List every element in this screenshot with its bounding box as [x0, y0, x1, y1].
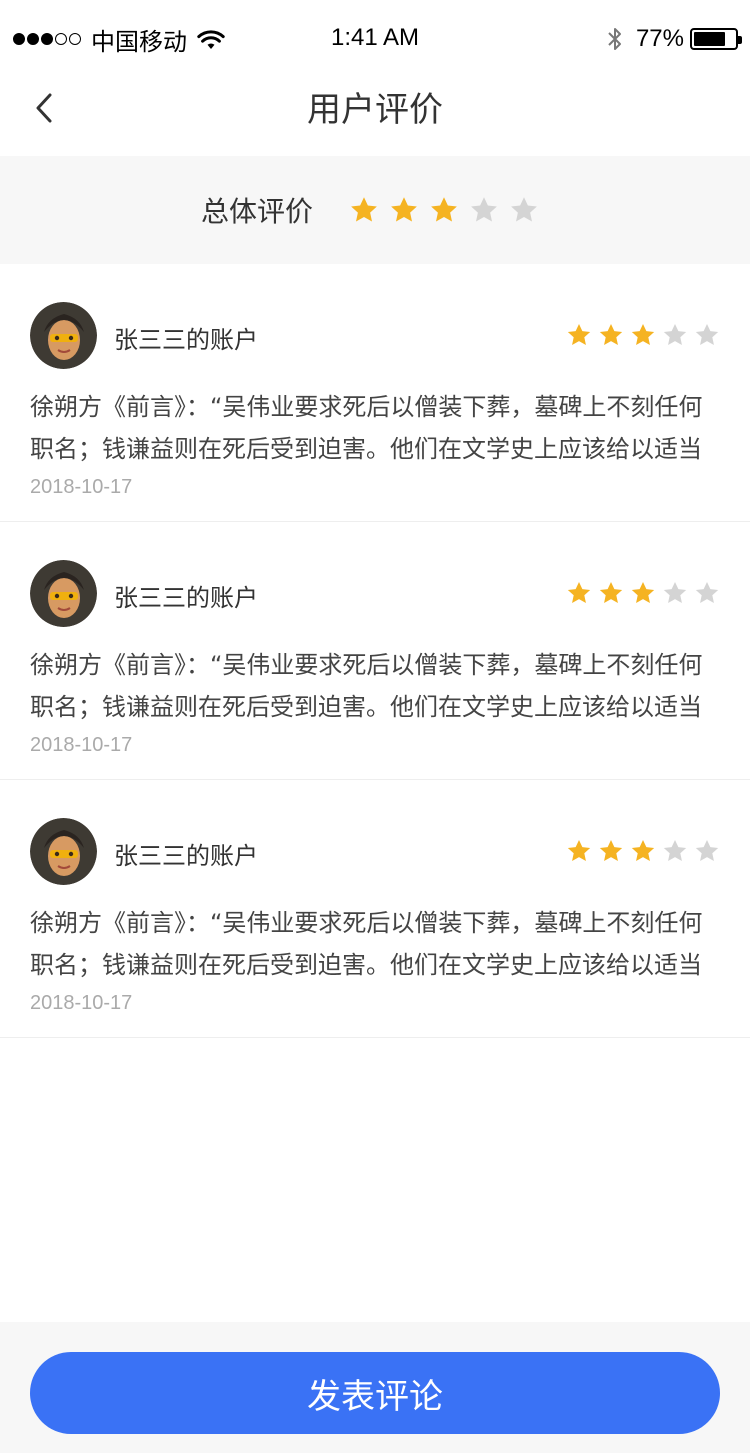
status-right: 77%: [606, 22, 742, 56]
status-bar: 中国移动 1:41 AM 77%: [0, 0, 750, 78]
avatar: [30, 560, 97, 627]
review-username: 张三三的账户: [114, 842, 258, 870]
bluetooth-icon: [608, 28, 621, 50]
overall-star-rating[interactable]: [349, 195, 549, 225]
review-star-rating: [560, 322, 720, 348]
star-filled-icon: [631, 581, 655, 603]
review-username: 张三三的账户: [114, 326, 258, 354]
overall-rating-label: 总体评价: [200, 195, 313, 228]
review-item: 张三三的账户 徐朔方《前言》：“吴伟业要求死后以僧装下葬，墓碑上不刻任何职名；钱…: [0, 780, 750, 1038]
review-item: 张三三的账户 徐朔方《前言》：“吴伟业要求死后以僧装下葬，墓碑上不刻任何职名；钱…: [0, 522, 750, 780]
star-filled-icon: [567, 839, 591, 861]
star-filled-icon: [599, 323, 623, 345]
review-text: 徐朔方《前言》：“吴伟业要求死后以僧装下葬，墓碑上不刻任何职名；钱谦益则在死后受…: [30, 909, 703, 979]
star-empty-icon: [695, 323, 719, 345]
review-date: 2018-10-17: [30, 476, 133, 498]
review-star-rating: [560, 580, 720, 606]
star-filled-icon: [431, 197, 457, 222]
review-list: 张三三的账户 徐朔方《前言》：“吴伟业要求死后以僧装下葬，墓碑上不刻任何职名；钱…: [0, 264, 750, 1038]
star-filled-icon: [391, 197, 417, 222]
star-empty-icon: [663, 839, 687, 861]
review-text: 徐朔方《前言》：“吴伟业要求死后以僧装下葬，墓碑上不刻任何职名；钱谦益则在死后受…: [30, 651, 703, 721]
review-date: 2018-10-17: [30, 992, 133, 1014]
star-empty-icon: [511, 197, 537, 222]
bottom-bar: 发表评论: [0, 1322, 750, 1453]
battery-icon: [690, 28, 742, 50]
post-review-button[interactable]: 发表评论: [30, 1352, 720, 1434]
star-empty-icon: [471, 197, 497, 222]
star-empty-icon: [695, 839, 719, 861]
review-text: 徐朔方《前言》：“吴伟业要求死后以僧装下葬，墓碑上不刻任何职名；钱谦益则在死后受…: [30, 393, 703, 463]
review-username: 张三三的账户: [114, 584, 258, 612]
avatar: [30, 302, 97, 369]
star-filled-icon: [599, 839, 623, 861]
star-empty-icon: [663, 323, 687, 345]
review-date: 2018-10-17: [30, 734, 133, 756]
star-filled-icon: [351, 197, 377, 222]
overall-rating-section: 总体评价: [0, 156, 750, 264]
page-title: 用户评价: [307, 90, 443, 130]
star-filled-icon: [567, 323, 591, 345]
star-filled-icon: [599, 581, 623, 603]
navigation-bar: 用户评价: [0, 78, 750, 156]
review-star-rating: [560, 838, 720, 864]
star-filled-icon: [631, 839, 655, 861]
star-filled-icon: [567, 581, 591, 603]
battery-percent: 77%: [635, 25, 684, 52]
star-empty-icon: [695, 581, 719, 603]
avatar: [30, 818, 97, 885]
review-item: 张三三的账户 徐朔方《前言》：“吴伟业要求死后以僧装下葬，墓碑上不刻任何职名；钱…: [0, 264, 750, 522]
star-empty-icon: [663, 581, 687, 603]
star-filled-icon: [631, 323, 655, 345]
